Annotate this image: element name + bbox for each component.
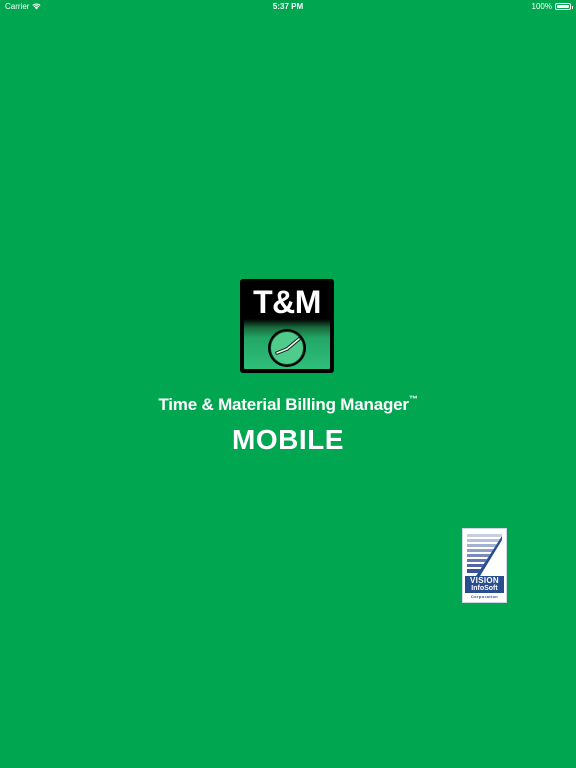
trademark-symbol: ™ [408,394,418,404]
app-title-text: Time & Material Billing Manager [158,395,409,414]
company-name-vision: VISION [465,576,504,585]
clock-icon [268,329,306,367]
company-logo-graphic [466,532,503,576]
battery-group: 100% [531,0,573,13]
app-subtitle: MOBILE [232,424,344,455]
status-time: 5:37 PM [272,2,304,11]
status-bar: Carrier 5:37 PM 100% [0,0,576,13]
company-logo: VISION InfoSoft Corporation [462,528,507,603]
app-title: Time & Material Billing Manager™ [0,394,576,415]
company-name-infosoft: InfoSoft [465,585,504,593]
app-logo: T&M [240,279,334,373]
company-name-corporation: Corporation [465,593,504,600]
battery-icon [555,3,573,10]
battery-percent: 100% [531,2,552,11]
logo-text: T&M [253,284,321,320]
